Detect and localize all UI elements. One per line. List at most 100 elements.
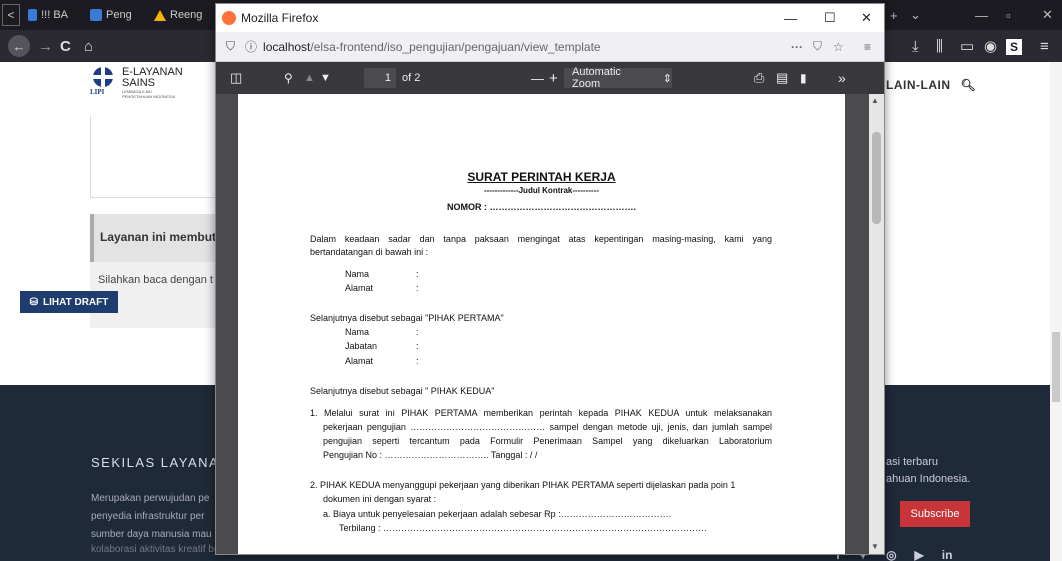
zoom-in-button[interactable]: + [549,62,558,94]
url-host: localhost [263,39,311,54]
popup-url-bar[interactable]: ⛉ ⓘ localhost/elsa-frontend/iso_pengujia… [216,32,884,62]
youtube-icon[interactable]: ▶ [915,548,924,561]
restore-button[interactable]: ▫ [1006,0,1011,30]
bookmark-icon[interactable]: ▮ [800,62,807,94]
firefox-icon [222,11,236,25]
menu-item-lain-lain[interactable]: LAIN-LAIN [886,78,951,92]
view-draft-button[interactable]: ⛁ LIHAT DRAFT [20,291,118,313]
field-label: Nama [345,269,370,279]
pdf-viewer[interactable]: SURAT PERINTAH KERJA -------------Judul … [216,94,869,554]
new-tab-button[interactable]: + [890,0,898,30]
previous-page-icon[interactable]: ▲ [304,62,315,94]
pdf-toolbar: ◫ ⚲ ▲ ▼ 1 of 2 — + Automatic Zoom ⇕ ⎙ ▤ ▮… [216,62,884,94]
logo-title-2: SAINS [122,77,156,89]
search-icon[interactable]: 🔍︎ [961,78,977,92]
newsletter-line: ahuan Indonesia. [886,473,971,485]
popup-minimize-button[interactable]: — [784,4,797,32]
item-line: 1. Melalui surat ini PIHAK PERTAMA membe… [310,408,772,418]
pdf-scrollbar[interactable]: ▲ ▼ [869,94,884,554]
field-colon: : [416,269,419,279]
field-label: Jabatan [345,341,378,351]
chevron-updown-icon: ⇕ [662,72,672,85]
footer-line: sumber daya manusia mau [91,529,212,540]
field-colon: : [416,356,419,366]
bookmark-star-icon[interactable]: ☆ [833,40,844,54]
docs-icon [90,9,102,21]
next-page-icon[interactable]: ▼ [320,62,331,94]
zoom-out-button[interactable]: — [531,62,544,94]
logo-abbrev: LIPI [90,88,105,96]
item-line: Terbilang : …………………………………………………………………………… [339,523,708,533]
popup-window: Mozilla Firefox — ☐ ✕ ⛉ ⓘ localhost/elsa… [215,3,885,555]
tab-list-button[interactable]: ⌄ [910,0,921,30]
minimize-button[interactable]: — [975,0,988,30]
tools-menu-button[interactable]: » [838,62,846,94]
logo-sub-2: PENGETAHUAN INDONESIA [122,94,176,99]
forward-button[interactable]: → [38,35,53,57]
shield-icon[interactable]: ⛉ [226,39,235,54]
browser-tab[interactable]: Reeng [150,4,210,26]
sidebar-toggle-icon[interactable]: ◫ [230,62,242,94]
home-button[interactable]: ⌂ [84,35,93,57]
reload-button[interactable]: C [60,35,71,57]
site-logo[interactable]: LIPI E-LAYANAN SAINS LEMBAGA ILMU PENGET… [90,67,183,100]
subscribe-button[interactable]: Subscribe [900,501,970,527]
intro-line: Dalam keadaan sadar dan tanpa paksaan me… [310,234,772,244]
zoom-value: Automatic Zoom [572,66,621,90]
tab-scroll-left-button[interactable]: < [2,4,20,26]
page-scrollbar[interactable] [1050,62,1062,561]
print-icon[interactable]: ⎙ [754,62,764,94]
instagram-icon[interactable]: ◎ [886,548,896,561]
close-button[interactable]: ✕ [1042,0,1053,30]
linkedin-icon[interactable]: in [942,548,953,561]
popup-title-bar: Mozilla Firefox — ☐ ✕ [216,4,884,32]
newsletter-text: asi terbaru ahuan Indonesia. [886,454,970,488]
drive-icon [154,9,166,21]
service-heading: Layanan ini membutu [90,214,230,262]
find-icon[interactable]: ⚲ [284,62,293,94]
zoom-select[interactable]: Automatic Zoom ⇕ [564,62,672,94]
browser-tab[interactable]: Peng [86,4,140,26]
footer-line: penyedia infrastruktur per [91,511,205,522]
intro-line-2: bertandatangan di bawah ini : [310,247,429,257]
account-icon[interactable]: ◉ [984,35,997,57]
footer-paragraph: Merupakan perwujudan pe penyedia infrast… [91,490,223,544]
scrollbar-thumb[interactable] [872,132,881,224]
page-number-input[interactable]: 1 [364,62,396,94]
hamburger-menu-icon[interactable]: ≡ [1040,35,1049,57]
popup-restore-button[interactable]: ☐ [824,4,836,32]
field-colon: : [416,327,419,337]
url-path: /elsa-frontend/iso_pengujian/pengajuan/v… [310,39,601,54]
extension-icon[interactable]: S [1006,39,1022,55]
content-box [90,116,230,198]
field-colon: : [416,283,419,293]
back-button[interactable]: ← [8,35,30,57]
scroll-down-icon[interactable]: ▼ [871,542,879,551]
scrollbar-thumb[interactable] [1052,332,1060,402]
browser-tab[interactable]: !!! BA [24,4,72,26]
field-label: Nama [345,327,370,337]
downloads-icon[interactable]: ⤓ [912,35,919,57]
pocket-icon[interactable]: ⛉ [813,39,822,54]
scroll-up-icon[interactable]: ▲ [871,96,879,105]
document-subtitle: -------------Judul Kontrak---------- [483,186,600,195]
page-total: of 2 [402,72,421,84]
pdf-page: SURAT PERINTAH KERJA -------------Judul … [238,94,845,554]
view-draft-label: LIHAT DRAFT [43,296,109,308]
page-actions-menu[interactable]: ··· [791,40,803,54]
download-icon[interactable]: ▤ [776,62,788,94]
menu-icon[interactable]: ≡ [864,40,871,54]
popup-close-button[interactable]: ✕ [861,4,872,32]
library-icon[interactable]: ⫼ [936,35,943,57]
item-line: pengujian seperti tercantum pada Formuli… [323,436,772,446]
footer-line: Merupakan perwujudan pe [91,493,210,504]
url-text: localhost/elsa-frontend/iso_pengujian/pe… [263,40,601,54]
tab-label: Peng [106,9,132,21]
sidebar-icon[interactable]: ▭ [960,35,974,57]
party-label: Selanjutnya disebut sebagai "PIHAK PERTA… [310,313,504,323]
site-menu: LAIN-LAIN 🔍︎ [886,78,976,92]
field-colon: : [416,341,419,351]
page-current: 1 [364,68,396,88]
item-line: 2. PIHAK KEDUA menyanggupi pekerjaan yan… [310,480,736,490]
info-icon[interactable]: ⓘ [245,38,257,55]
